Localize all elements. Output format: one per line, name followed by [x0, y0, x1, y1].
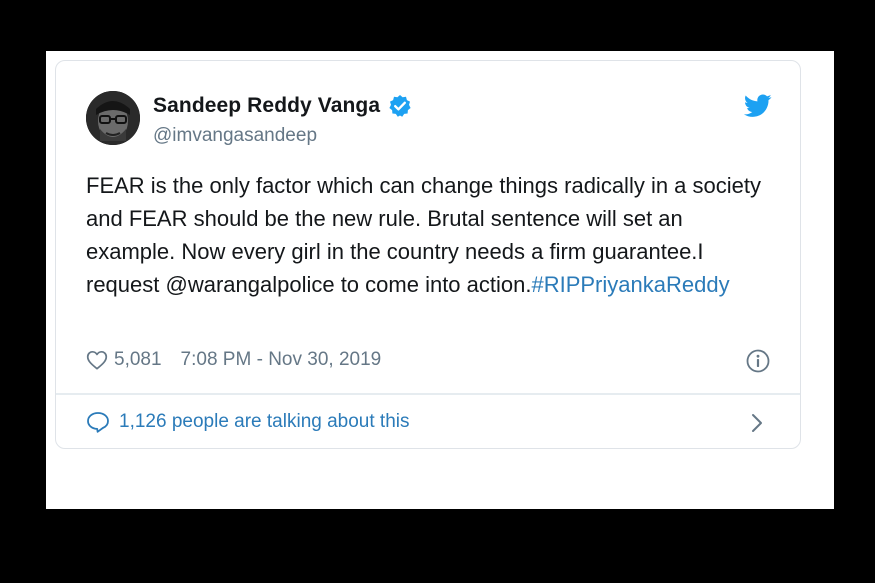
author-display-name[interactable]: Sandeep Reddy Vanga: [153, 94, 380, 118]
like-count[interactable]: 5,081: [114, 349, 162, 371]
conversation-label: 1,126 people are talking about this: [119, 411, 410, 432]
verified-badge-icon: [389, 95, 411, 117]
author-name-row: Sandeep Reddy Vanga: [153, 94, 412, 118]
conversation-link[interactable]: 1,126 people are talking about this: [86, 411, 410, 433]
card-divider: [56, 393, 800, 395]
hashtag-link[interactable]: #RIPPriyankaReddy: [531, 272, 729, 297]
tweet-card: Sandeep Reddy Vanga @imvangasandeep FEAR…: [55, 60, 801, 449]
avatar[interactable]: [86, 91, 140, 145]
tweet-text: FEAR is the only factor which can change…: [86, 169, 776, 301]
tweet-timestamp[interactable]: 7:08 PM - Nov 30, 2019: [181, 349, 382, 371]
chevron-right-icon[interactable]: [750, 412, 764, 434]
author-handle[interactable]: @imvangasandeep: [153, 125, 317, 147]
twitter-bird-icon[interactable]: [744, 94, 772, 118]
heart-icon[interactable]: [86, 350, 108, 370]
info-icon[interactable]: [746, 349, 770, 373]
speech-bubble-icon: [87, 412, 109, 433]
tweet-meta: 5,081 7:08 PM - Nov 30, 2019: [86, 349, 381, 371]
